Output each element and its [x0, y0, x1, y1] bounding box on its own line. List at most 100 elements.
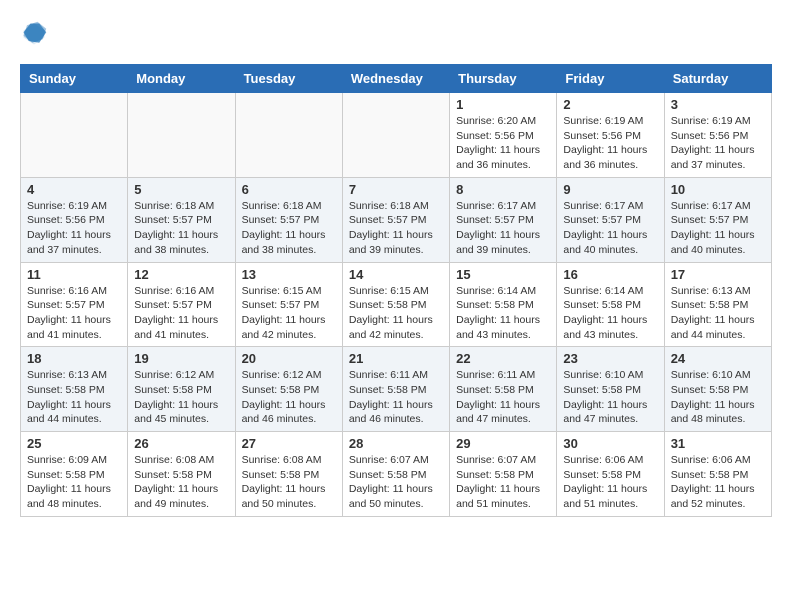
logo-icon — [20, 20, 48, 48]
calendar-day-cell: 15Sunrise: 6:14 AM Sunset: 5:58 PM Dayli… — [450, 262, 557, 347]
day-number: 25 — [27, 436, 121, 451]
day-number: 18 — [27, 351, 121, 366]
day-info: Sunrise: 6:08 AM Sunset: 5:58 PM Dayligh… — [134, 453, 228, 512]
day-number: 5 — [134, 182, 228, 197]
calendar-day-cell: 11 Sunrise: 6:16 AM Sunset: 5:57 PM Dayli… — [21, 262, 128, 347]
day-info: Sunrise: 6:07 AM Sunset: 5:58 PM Dayligh… — [349, 453, 443, 512]
logo — [20, 20, 52, 48]
day-info: Sunrise: 6:10 AM Sunset: 5:58 PM Dayligh… — [563, 368, 657, 427]
day-number: 19 — [134, 351, 228, 366]
day-number: 24 — [671, 351, 765, 366]
day-info: Sunrise: 6:06 AM Sunset: 5:58 PM Dayligh… — [671, 453, 765, 512]
calendar-week-row: 11 Sunrise: 6:16 AM Sunset: 5:57 PM Dayli… — [21, 262, 772, 347]
calendar-day-cell: 28Sunrise: 6:07 AM Sunset: 5:58 PM Dayli… — [342, 432, 449, 517]
day-info: Sunrise: 6:13 AM Sunset: 5:58 PM Dayligh… — [671, 284, 765, 343]
day-number: 6 — [242, 182, 336, 197]
calendar-day-cell: 20 Sunrise: 6:12 AM Sunset: 5:58 PM Dayli… — [235, 347, 342, 432]
calendar-day-cell: 5 Sunrise: 6:18 AM Sunset: 5:57 PM Daylig… — [128, 177, 235, 262]
day-number: 26 — [134, 436, 228, 451]
day-number: 17 — [671, 267, 765, 282]
weekday-header-sunday: Sunday — [21, 65, 128, 93]
calendar-day-cell: 31 Sunrise: 6:06 AM Sunset: 5:58 PM Dayli… — [664, 432, 771, 517]
page-header — [20, 20, 772, 48]
weekday-header-tuesday: Tuesday — [235, 65, 342, 93]
calendar-week-row: 18Sunrise: 6:13 AM Sunset: 5:58 PM Dayli… — [21, 347, 772, 432]
calendar-day-cell — [235, 93, 342, 178]
calendar-day-cell: 25 Sunrise: 6:09 AM Sunset: 5:58 PM Dayli… — [21, 432, 128, 517]
calendar-week-row: 1Sunrise: 6:20 AM Sunset: 5:56 PM Daylig… — [21, 93, 772, 178]
calendar-day-cell: 2 Sunrise: 6:19 AM Sunset: 5:56 PM Daylig… — [557, 93, 664, 178]
day-info: Sunrise: 6:15 AM Sunset: 5:58 PM Dayligh… — [349, 284, 443, 343]
day-info: Sunrise: 6:14 AM Sunset: 5:58 PM Dayligh… — [456, 284, 550, 343]
calendar-day-cell: 22 Sunrise: 6:11 AM Sunset: 5:58 PM Dayli… — [450, 347, 557, 432]
day-number: 8 — [456, 182, 550, 197]
day-info: Sunrise: 6:19 AM Sunset: 5:56 PM Dayligh… — [671, 114, 765, 173]
calendar-day-cell: 4 Sunrise: 6:19 AM Sunset: 5:56 PM Daylig… — [21, 177, 128, 262]
calendar-day-cell: 29Sunrise: 6:07 AM Sunset: 5:58 PM Dayli… — [450, 432, 557, 517]
day-number: 9 — [563, 182, 657, 197]
day-info: Sunrise: 6:07 AM Sunset: 5:58 PM Dayligh… — [456, 453, 550, 512]
calendar-body: 1Sunrise: 6:20 AM Sunset: 5:56 PM Daylig… — [21, 93, 772, 517]
day-number: 10 — [671, 182, 765, 197]
day-number: 12 — [134, 267, 228, 282]
calendar-week-row: 25 Sunrise: 6:09 AM Sunset: 5:58 PM Dayli… — [21, 432, 772, 517]
weekday-header-saturday: Saturday — [664, 65, 771, 93]
day-number: 11 — [27, 267, 121, 282]
calendar-day-cell: 26 Sunrise: 6:08 AM Sunset: 5:58 PM Dayli… — [128, 432, 235, 517]
calendar-week-row: 4 Sunrise: 6:19 AM Sunset: 5:56 PM Daylig… — [21, 177, 772, 262]
day-info: Sunrise: 6:18 AM Sunset: 5:57 PM Dayligh… — [242, 199, 336, 258]
calendar-day-cell: 1Sunrise: 6:20 AM Sunset: 5:56 PM Daylig… — [450, 93, 557, 178]
weekday-header-friday: Friday — [557, 65, 664, 93]
day-info: Sunrise: 6:11 AM Sunset: 5:58 PM Dayligh… — [456, 368, 550, 427]
day-number: 23 — [563, 351, 657, 366]
weekday-header-wednesday: Wednesday — [342, 65, 449, 93]
calendar-day-cell: 18Sunrise: 6:13 AM Sunset: 5:58 PM Dayli… — [21, 347, 128, 432]
day-info: Sunrise: 6:15 AM Sunset: 5:57 PM Dayligh… — [242, 284, 336, 343]
calendar-day-cell: 3 Sunrise: 6:19 AM Sunset: 5:56 PM Daylig… — [664, 93, 771, 178]
day-number: 14 — [349, 267, 443, 282]
calendar-header-row: SundayMondayTuesdayWednesdayThursdayFrid… — [21, 65, 772, 93]
day-info: Sunrise: 6:14 AM Sunset: 5:58 PM Dayligh… — [563, 284, 657, 343]
weekday-header-thursday: Thursday — [450, 65, 557, 93]
day-info: Sunrise: 6:08 AM Sunset: 5:58 PM Dayligh… — [242, 453, 336, 512]
calendar-day-cell — [128, 93, 235, 178]
day-number: 31 — [671, 436, 765, 451]
calendar-day-cell: 7Sunrise: 6:18 AM Sunset: 5:57 PM Daylig… — [342, 177, 449, 262]
day-number: 13 — [242, 267, 336, 282]
day-info: Sunrise: 6:19 AM Sunset: 5:56 PM Dayligh… — [27, 199, 121, 258]
day-number: 7 — [349, 182, 443, 197]
calendar-day-cell: 6 Sunrise: 6:18 AM Sunset: 5:57 PM Daylig… — [235, 177, 342, 262]
day-number: 27 — [242, 436, 336, 451]
calendar-day-cell: 23 Sunrise: 6:10 AM Sunset: 5:58 PM Dayli… — [557, 347, 664, 432]
calendar-table: SundayMondayTuesdayWednesdayThursdayFrid… — [20, 64, 772, 517]
calendar-day-cell — [21, 93, 128, 178]
day-info: Sunrise: 6:12 AM Sunset: 5:58 PM Dayligh… — [134, 368, 228, 427]
day-number: 4 — [27, 182, 121, 197]
calendar-day-cell: 17 Sunrise: 6:13 AM Sunset: 5:58 PM Dayli… — [664, 262, 771, 347]
day-number: 22 — [456, 351, 550, 366]
day-number: 16 — [563, 267, 657, 282]
day-number: 30 — [563, 436, 657, 451]
day-info: Sunrise: 6:10 AM Sunset: 5:58 PM Dayligh… — [671, 368, 765, 427]
day-number: 2 — [563, 97, 657, 112]
day-info: Sunrise: 6:09 AM Sunset: 5:58 PM Dayligh… — [27, 453, 121, 512]
calendar-day-cell: 21Sunrise: 6:11 AM Sunset: 5:58 PM Dayli… — [342, 347, 449, 432]
calendar-day-cell: 14 Sunrise: 6:15 AM Sunset: 5:58 PM Dayli… — [342, 262, 449, 347]
calendar-day-cell: 16 Sunrise: 6:14 AM Sunset: 5:58 PM Dayli… — [557, 262, 664, 347]
day-info: Sunrise: 6:06 AM Sunset: 5:58 PM Dayligh… — [563, 453, 657, 512]
weekday-header-monday: Monday — [128, 65, 235, 93]
calendar-day-cell: 10Sunrise: 6:17 AM Sunset: 5:57 PM Dayli… — [664, 177, 771, 262]
day-number: 21 — [349, 351, 443, 366]
day-number: 20 — [242, 351, 336, 366]
day-number: 3 — [671, 97, 765, 112]
day-info: Sunrise: 6:12 AM Sunset: 5:58 PM Dayligh… — [242, 368, 336, 427]
day-info: Sunrise: 6:18 AM Sunset: 5:57 PM Dayligh… — [134, 199, 228, 258]
day-number: 1 — [456, 97, 550, 112]
day-info: Sunrise: 6:16 AM Sunset: 5:57 PM Dayligh… — [27, 284, 121, 343]
calendar-day-cell: 24 Sunrise: 6:10 AM Sunset: 5:58 PM Dayli… — [664, 347, 771, 432]
day-info: Sunrise: 6:19 AM Sunset: 5:56 PM Dayligh… — [563, 114, 657, 173]
calendar-day-cell: 12Sunrise: 6:16 AM Sunset: 5:57 PM Dayli… — [128, 262, 235, 347]
calendar-day-cell: 8 Sunrise: 6:17 AM Sunset: 5:57 PM Daylig… — [450, 177, 557, 262]
day-info: Sunrise: 6:17 AM Sunset: 5:57 PM Dayligh… — [456, 199, 550, 258]
calendar-day-cell: 13 Sunrise: 6:15 AM Sunset: 5:57 PM Dayli… — [235, 262, 342, 347]
